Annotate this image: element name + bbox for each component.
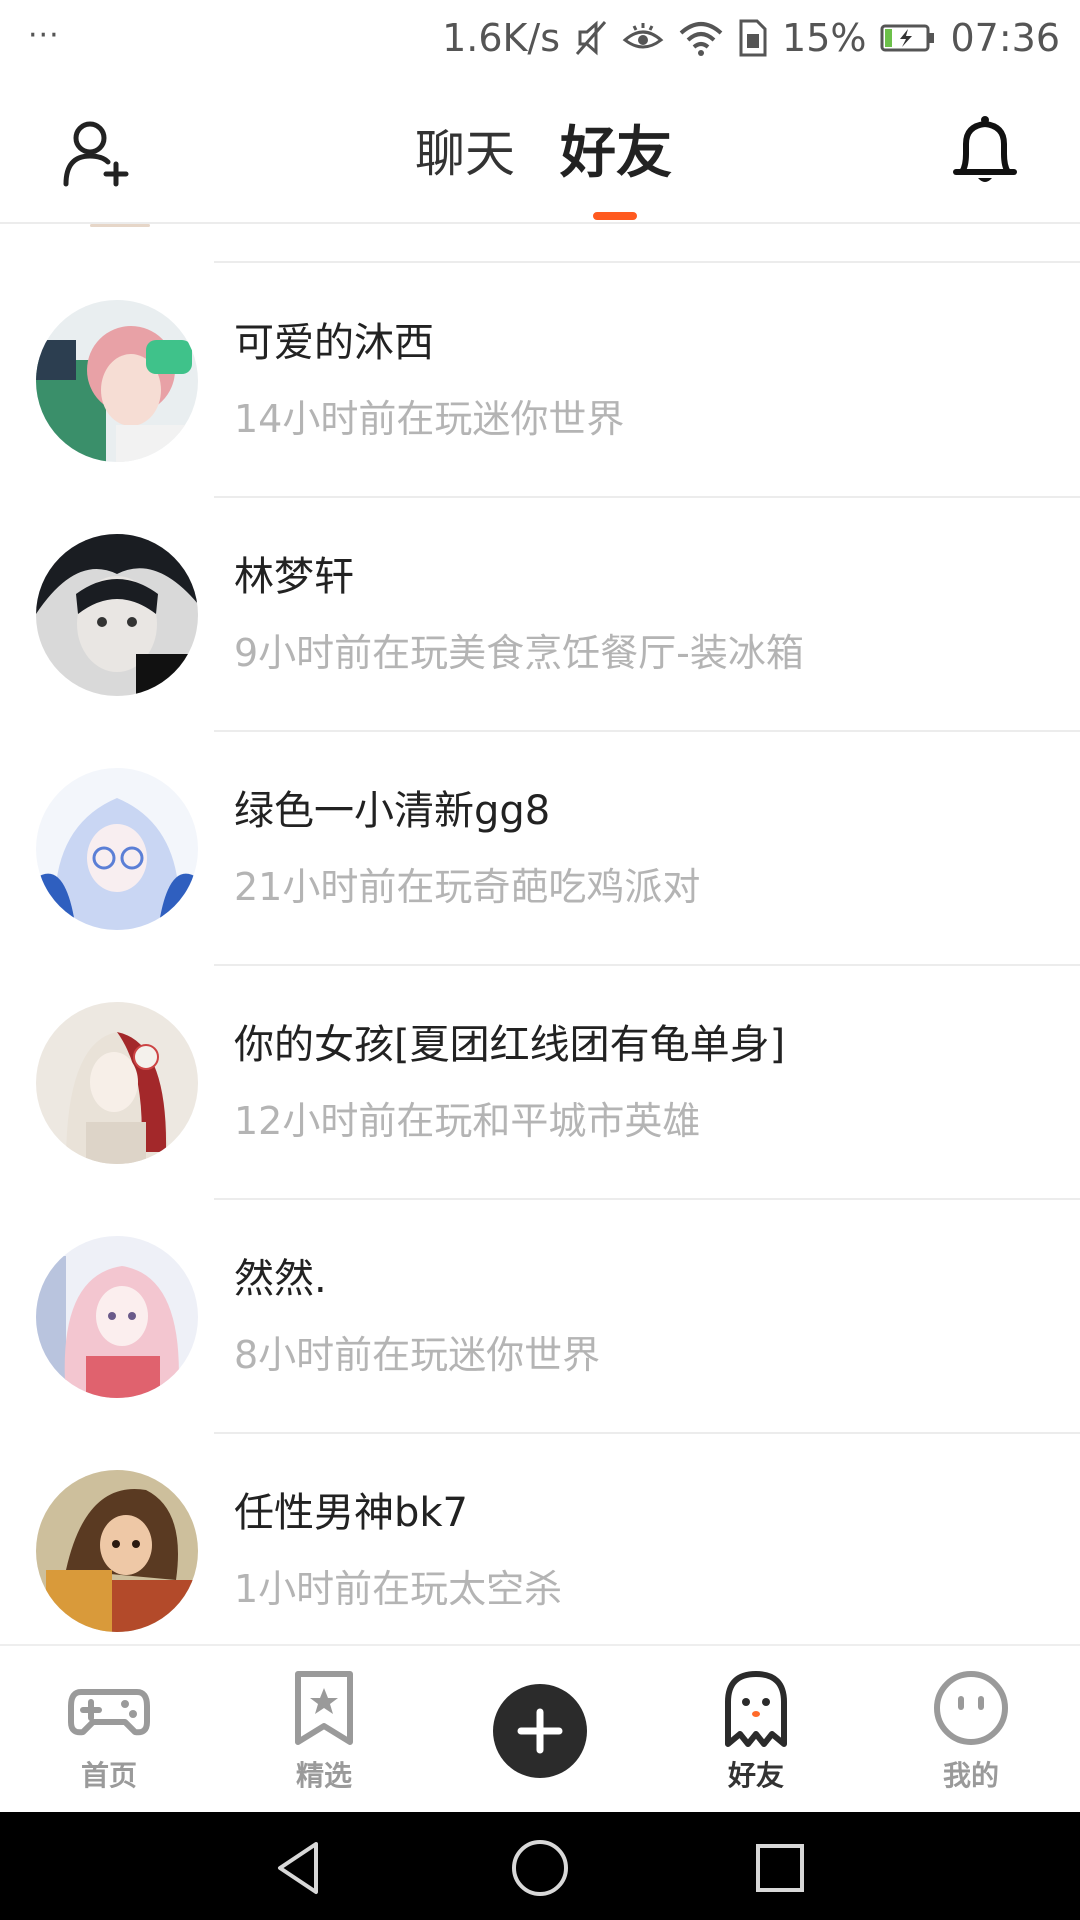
friend-name: 林梦轩 bbox=[234, 554, 354, 600]
tab-chat[interactable]: 聊天 bbox=[415, 114, 515, 186]
battery-percent: 15% bbox=[782, 16, 867, 60]
friend-status: 14小时前在玩迷你世界 bbox=[234, 397, 625, 441]
system-navigation-bar bbox=[0, 1812, 1080, 1920]
friend-item[interactable]: 绿色一小清新gg8 21小时前在玩奇葩吃鸡派对 bbox=[0, 732, 1080, 966]
nav-friends-label: 好友 bbox=[727, 1759, 784, 1792]
nav-featured[interactable]: 精选 bbox=[249, 1666, 399, 1794]
friend-status: 21小时前在玩奇葩吃鸡派对 bbox=[234, 865, 701, 909]
plus-icon bbox=[517, 1708, 563, 1754]
star-bookmark-icon bbox=[295, 1671, 353, 1745]
active-tab-indicator bbox=[593, 212, 637, 220]
bell-icon[interactable] bbox=[952, 114, 1018, 188]
nav-home[interactable]: 首页 bbox=[34, 1666, 184, 1794]
avatar[interactable] bbox=[36, 768, 198, 930]
sim-icon bbox=[739, 19, 767, 57]
network-speed: 1.6K/s bbox=[442, 16, 561, 60]
add-friend-icon[interactable] bbox=[62, 118, 132, 188]
list-divider bbox=[214, 261, 1080, 263]
nav-featured-label: 精选 bbox=[295, 1759, 352, 1792]
recents-icon[interactable] bbox=[750, 1838, 810, 1898]
gamepad-icon bbox=[68, 1689, 150, 1736]
home-icon[interactable] bbox=[510, 1838, 570, 1898]
create-button[interactable] bbox=[493, 1684, 587, 1778]
back-icon[interactable] bbox=[270, 1838, 330, 1898]
avatar[interactable] bbox=[36, 1470, 198, 1632]
status-indicators: 1.6K/s 15% 07:36 bbox=[442, 8, 1060, 68]
top-header: 聊天 好友 bbox=[0, 74, 1080, 224]
friend-name: 绿色一小清新gg8 bbox=[234, 788, 551, 834]
nav-mine[interactable]: 我的 bbox=[896, 1666, 1046, 1794]
friend-name: 你的女孩[夏团红线团有龟单身] bbox=[234, 1022, 786, 1068]
friend-status: 1小时前在玩太空杀 bbox=[234, 1567, 563, 1611]
face-icon bbox=[934, 1671, 1008, 1745]
clock: 07:36 bbox=[950, 16, 1060, 60]
friend-status: 12小时前在玩和平城市英雄 bbox=[234, 1099, 701, 1143]
status-bar: ··· 1.6K/s 15% 07:36 bbox=[0, 0, 1080, 74]
nav-home-label: 首页 bbox=[80, 1759, 137, 1792]
friend-name: 任性男神bk7 bbox=[234, 1490, 469, 1536]
wifi-icon bbox=[679, 22, 723, 56]
eye-icon bbox=[622, 23, 664, 49]
friend-name: 然然. bbox=[234, 1256, 327, 1302]
friend-name: 可爱的沐西 bbox=[234, 320, 434, 366]
previous-item-edge bbox=[90, 224, 150, 227]
avatar[interactable] bbox=[36, 300, 198, 462]
mute-icon bbox=[575, 20, 607, 56]
friend-item[interactable]: 可爱的沐西 14小时前在玩迷你世界 bbox=[0, 264, 1080, 498]
avatar[interactable] bbox=[36, 534, 198, 696]
tab-friends[interactable]: 好友 bbox=[560, 108, 672, 189]
friend-item[interactable]: 然然. 8小时前在玩迷你世界 bbox=[0, 1200, 1080, 1434]
friend-status: 8小时前在玩迷你世界 bbox=[234, 1333, 601, 1377]
avatar[interactable] bbox=[36, 1236, 198, 1398]
bottom-nav: 首页 精选 好友 我的 bbox=[0, 1644, 1080, 1814]
friend-status: 9小时前在玩美食烹饪餐厅-装冰箱 bbox=[234, 631, 804, 675]
friend-list[interactable]: 可爱的沐西 14小时前在玩迷你世界 林梦轩 9小时前在玩美食烹饪餐厅-装冰箱 绿… bbox=[0, 224, 1080, 1644]
friend-item[interactable]: 任性男神bk7 1小时前在玩太空杀 bbox=[0, 1434, 1080, 1644]
avatar[interactable] bbox=[36, 1002, 198, 1164]
ghost-icon bbox=[725, 1671, 787, 1747]
nav-friends[interactable]: 好友 bbox=[681, 1666, 831, 1794]
battery-charging-icon bbox=[880, 24, 935, 52]
friend-item[interactable]: 你的女孩[夏团红线团有龟单身] 12小时前在玩和平城市英雄 bbox=[0, 966, 1080, 1200]
notification-dots: ··· bbox=[28, 18, 60, 53]
friend-item[interactable]: 林梦轩 9小时前在玩美食烹饪餐厅-装冰箱 bbox=[0, 498, 1080, 732]
nav-mine-label: 我的 bbox=[942, 1759, 999, 1792]
